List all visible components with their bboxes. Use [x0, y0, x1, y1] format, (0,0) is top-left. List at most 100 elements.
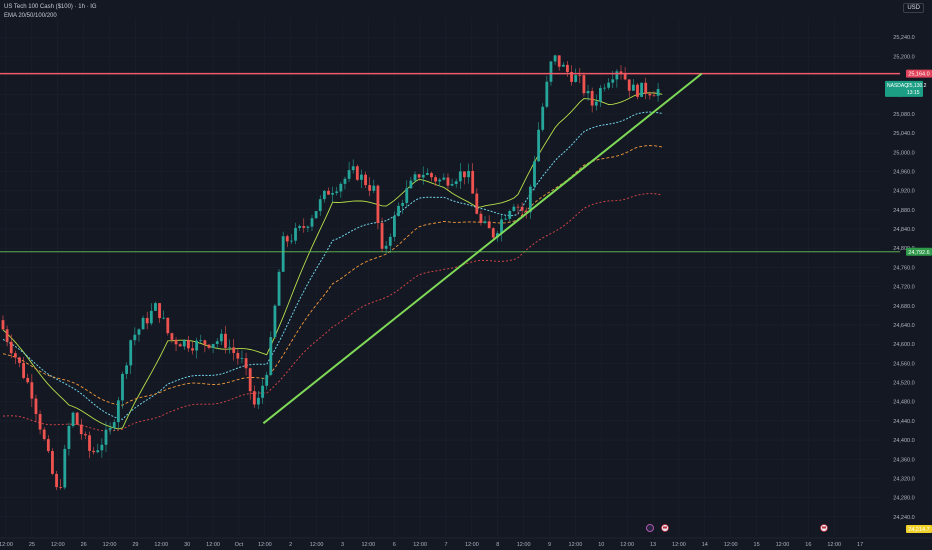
last-price-symbol: NASDAQ: [887, 83, 908, 89]
candle-body: [79, 424, 83, 435]
candle-body: [479, 213, 483, 223]
event-marker-icon[interactable]: [646, 524, 654, 532]
x-tick-label: 6: [393, 542, 396, 548]
y-tick-label: 25,240.0: [893, 35, 914, 41]
candle-body: [174, 339, 178, 345]
candle-body: [327, 190, 330, 195]
candle-body: [13, 353, 17, 358]
candle-body: [9, 341, 13, 354]
candle-body: [248, 368, 252, 392]
x-tick-label: 26: [81, 542, 87, 548]
y-tick-label: 24,920.0: [893, 189, 914, 195]
candle-body: [310, 218, 314, 227]
price-chart[interactable]: 25,240.025,200.025,120.025,080.025,040.0…: [0, 0, 932, 550]
candle-body: [67, 426, 71, 449]
candle-body: [129, 340, 133, 366]
y-tick-label: 24,440.0: [893, 419, 914, 425]
candle-body: [38, 414, 42, 430]
y-tick-label: 24,640.0: [893, 323, 914, 329]
candle-body: [438, 179, 442, 182]
candle-body: [112, 422, 116, 428]
candle-body: [22, 362, 25, 378]
symbol-title: US Tech 100 Cash ($100) · 1h · IG: [4, 4, 97, 10]
y-tick-label: 24,720.0: [893, 285, 914, 291]
flag-event-icon[interactable]: [661, 524, 669, 532]
candle-body: [203, 340, 207, 345]
candle-body: [648, 93, 652, 96]
flag-event-icon[interactable]: [820, 524, 828, 532]
candle-body: [166, 317, 170, 334]
candle-body: [63, 448, 67, 488]
candle-body: [92, 450, 96, 453]
y-tick-label: 24,840.0: [893, 227, 914, 233]
y-tick-label: 24,520.0: [893, 381, 914, 387]
candle-body: [59, 487, 63, 488]
candle-body: [257, 397, 260, 405]
candle-body: [318, 199, 322, 212]
candle-body: [582, 75, 586, 94]
candle-body: [475, 193, 479, 214]
candle-body: [516, 206, 520, 208]
y-tick-label: 24,960.0: [893, 169, 914, 175]
candle-body: [178, 344, 182, 347]
x-tick-label: 12:00: [206, 542, 220, 548]
chart-background: [0, 0, 932, 550]
candle-body: [652, 95, 656, 97]
y-tick-label: 25,000.0: [893, 150, 914, 156]
candle-body: [240, 358, 244, 360]
candle-body: [594, 101, 598, 106]
x-tick-label: 15: [754, 542, 760, 548]
y-tick-label: 24,480.0: [893, 400, 914, 406]
low-price-label: 24,214.7: [908, 527, 929, 533]
candle-body: [590, 90, 594, 106]
candle-body: [141, 317, 145, 330]
x-tick-label: 12:00: [413, 542, 427, 548]
candle-body: [84, 434, 87, 436]
candle-body: [434, 177, 437, 182]
candle-body: [211, 343, 215, 348]
x-tick-label: 25: [29, 542, 35, 548]
candle-body: [561, 64, 565, 67]
candle-body: [409, 180, 413, 189]
candle-body: [244, 358, 248, 369]
x-tick-label: 3: [341, 542, 344, 548]
candle-body: [446, 177, 450, 186]
x-tick-label: 12:00: [0, 542, 13, 548]
candle-body: [75, 412, 79, 425]
candle-body: [360, 174, 363, 180]
x-tick-label: 12:00: [672, 542, 686, 548]
candle-body: [384, 245, 388, 249]
candle-body: [421, 174, 425, 178]
candle-body: [158, 303, 161, 319]
candle-body: [508, 210, 512, 219]
candle-body: [100, 444, 104, 451]
candle-body: [125, 365, 128, 374]
candle-body: [314, 211, 318, 219]
currency-button[interactable]: USD: [903, 3, 924, 13]
x-tick-label: 7: [444, 542, 447, 548]
candle-body: [71, 412, 75, 427]
candle-body: [215, 341, 219, 344]
candle-body: [306, 226, 310, 228]
candle-body: [640, 82, 643, 97]
candle-body: [578, 75, 582, 76]
x-tick-label: 12:00: [569, 542, 583, 548]
candle-body: [557, 55, 561, 67]
candle-body: [335, 191, 339, 194]
candle-body: [355, 166, 359, 180]
candle-body: [170, 333, 174, 340]
candle-body: [182, 340, 186, 347]
candle-body: [541, 106, 545, 130]
candle-body: [607, 82, 611, 88]
candle-body: [351, 166, 355, 171]
candle-body: [51, 451, 54, 474]
candle-body: [228, 347, 231, 349]
candle-body: [656, 89, 660, 96]
candle-body: [145, 317, 149, 324]
candle-body: [545, 81, 549, 107]
candle-body: [463, 171, 466, 178]
x-tick-label: 14: [702, 542, 708, 548]
x-tick-label: 12:00: [310, 542, 324, 548]
candle-body: [55, 473, 58, 488]
x-tick-label: 16: [805, 542, 811, 548]
